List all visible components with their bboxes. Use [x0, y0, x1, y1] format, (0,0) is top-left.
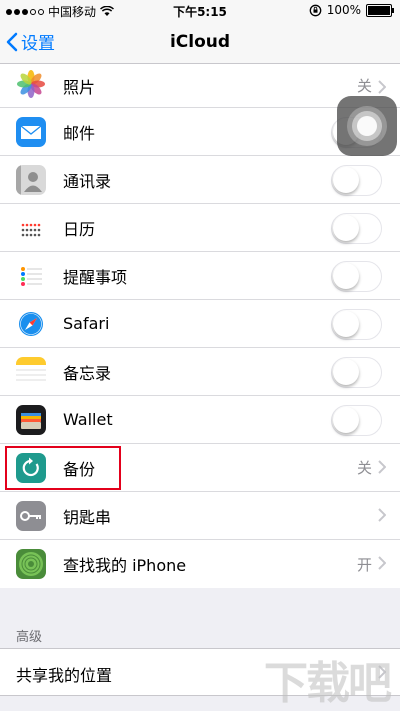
- row-label: Safari: [63, 314, 110, 333]
- page-title: iCloud: [169, 32, 231, 52]
- row-value: 关: [356, 459, 372, 477]
- section-header-advanced: 高级: [16, 630, 43, 645]
- row-label: 邮件: [63, 123, 96, 143]
- calendar-toggle[interactable]: [331, 213, 382, 244]
- reminders-toggle[interactable]: [331, 261, 382, 292]
- safari-toggle[interactable]: [331, 309, 382, 340]
- row-label: 日历: [63, 219, 96, 239]
- row-notes[interactable]: 备忘录: [0, 348, 400, 396]
- battery-icon: [366, 3, 394, 17]
- row-find-iphone[interactable]: 查找我的 iPhone 开: [0, 540, 400, 588]
- row-safari[interactable]: Safari: [0, 300, 400, 348]
- backup-highlight-box: [5, 446, 121, 490]
- calendar-icon: [16, 213, 46, 243]
- row-value: 开: [356, 555, 372, 574]
- keychain-icon: [16, 501, 46, 531]
- photos-icon: [16, 69, 46, 99]
- safari-icon: [16, 309, 46, 339]
- chevron-right-icon: [378, 556, 386, 570]
- row-label: 通讯录: [63, 171, 112, 191]
- row-reminders[interactable]: 提醒事项: [0, 252, 400, 300]
- mail-icon: [16, 117, 46, 147]
- navigation-bar: 设置 iCloud: [0, 20, 400, 64]
- row-calendar[interactable]: 日历: [0, 204, 400, 252]
- row-contacts[interactable]: 通讯录: [0, 156, 400, 204]
- reminders-icon: [16, 261, 46, 291]
- wallet-toggle[interactable]: [331, 405, 382, 436]
- contacts-icon: [16, 165, 46, 195]
- orientation-lock-icon: [309, 4, 322, 16]
- contacts-toggle[interactable]: [331, 165, 382, 196]
- chevron-right-icon: [378, 460, 386, 474]
- row-label: 备忘录: [63, 363, 112, 383]
- row-value: 关: [356, 77, 372, 95]
- battery-percent: 100%: [326, 3, 361, 17]
- row-wallet[interactable]: Wallet: [0, 396, 400, 444]
- assistive-touch-button[interactable]: [337, 96, 397, 156]
- row-label: 查找我的 iPhone: [63, 556, 187, 575]
- chevron-right-icon: [378, 508, 386, 522]
- notes-toggle[interactable]: [331, 357, 382, 388]
- wallet-icon: [16, 405, 46, 435]
- notes-icon: [16, 357, 46, 387]
- row-label: Wallet: [63, 410, 113, 429]
- chevron-right-icon: [378, 80, 386, 94]
- row-label: 提醒事项: [63, 267, 128, 287]
- find-iphone-icon: [16, 549, 46, 579]
- row-label: 共享我的位置: [16, 666, 113, 685]
- watermark-logo: 下载吧: [264, 658, 392, 709]
- row-label: 照片: [63, 77, 96, 97]
- row-keychain[interactable]: 钥匙串: [0, 492, 400, 540]
- row-label: 钥匙串: [63, 507, 112, 527]
- status-bar: 中国移动 下午5:15 100%: [0, 0, 400, 20]
